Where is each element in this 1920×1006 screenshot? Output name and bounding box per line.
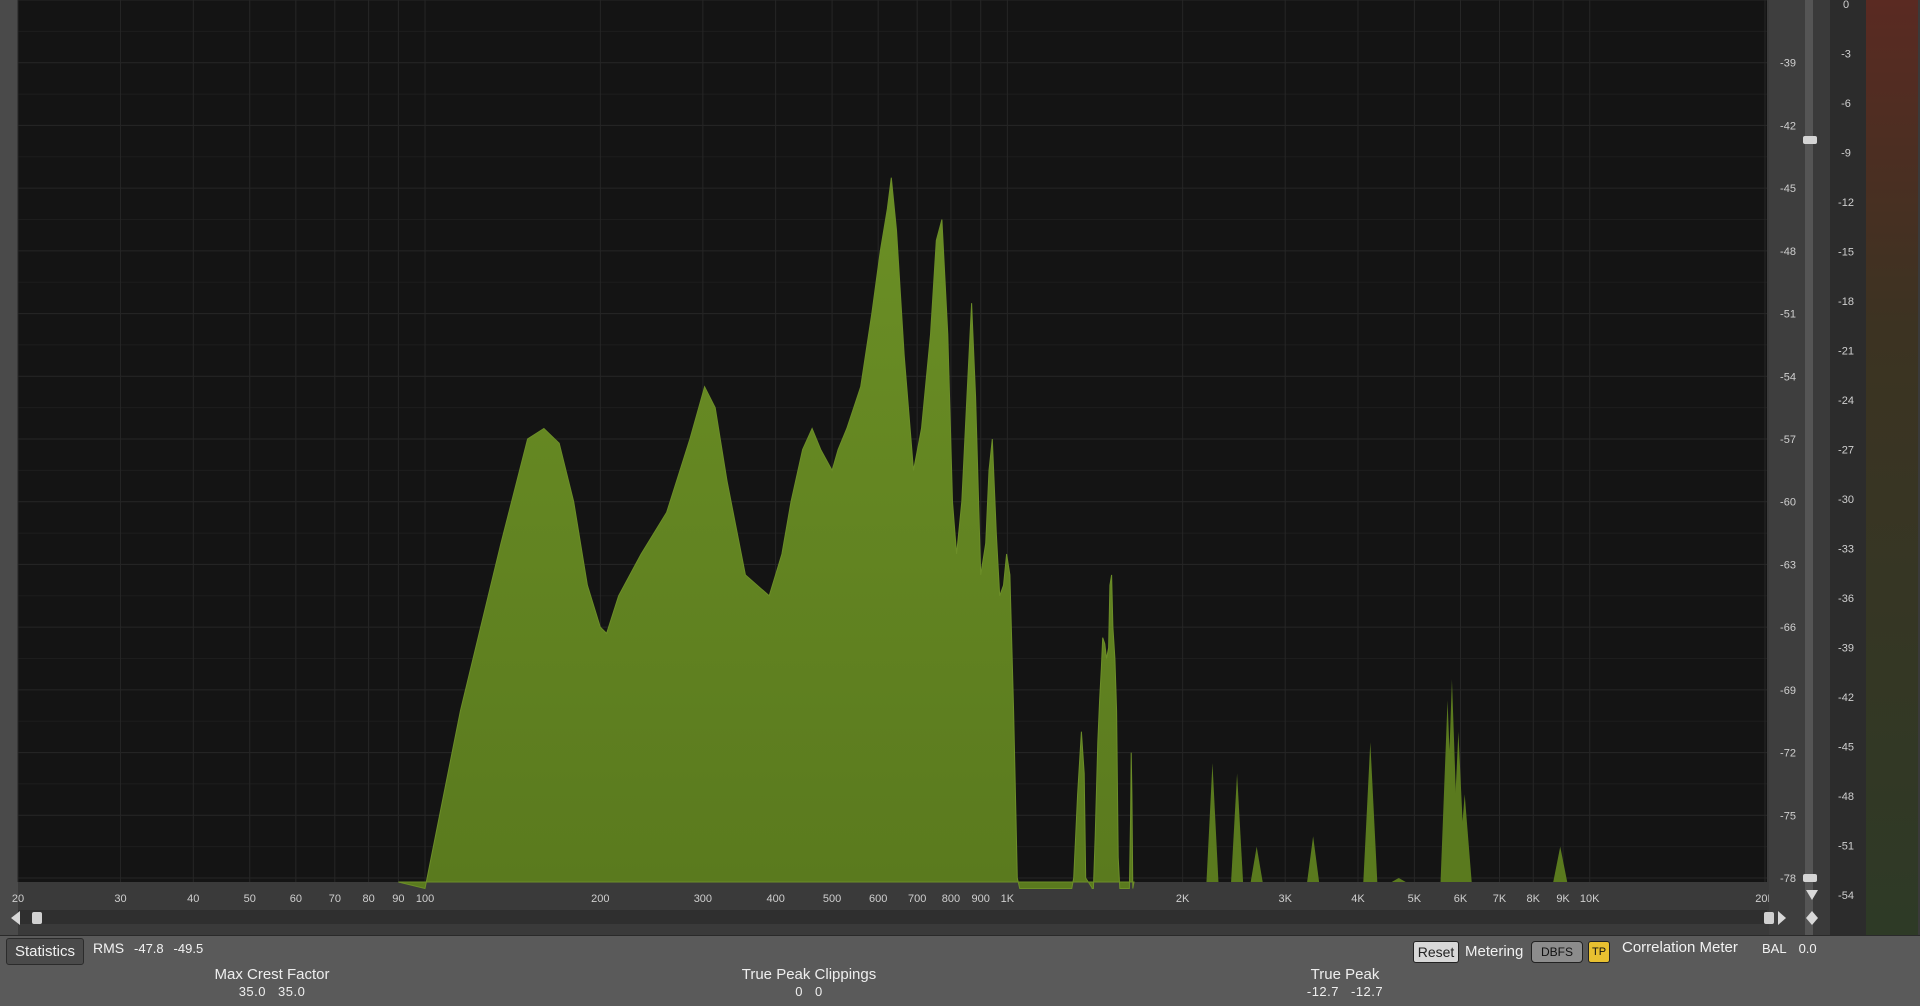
db-tick-label: -72 <box>1780 748 1796 760</box>
freq-tick-label: 200 <box>591 893 609 905</box>
balance-label: BAL <box>1762 941 1787 956</box>
freq-tick-label: 40 <box>187 893 199 905</box>
true-peak-clippings-left: 0 <box>795 984 803 999</box>
db-tick-label: -48 <box>1780 246 1796 258</box>
rms-readout: RMS -47.8 -49.5 <box>93 940 203 956</box>
db-tick-label: -45 <box>1780 183 1796 195</box>
level-scale-label: -9 <box>1841 148 1851 160</box>
level-scale-label: -12 <box>1838 197 1854 209</box>
freq-tick-label: 8K <box>1527 893 1541 905</box>
freq-tick-label: 3K <box>1278 893 1292 905</box>
metering-label: Metering <box>1465 943 1524 960</box>
scroll-handle-right[interactable] <box>1764 912 1774 924</box>
level-scale-label: 0 <box>1843 0 1849 11</box>
true-peak-toggle[interactable]: TP <box>1588 941 1610 963</box>
level-scale-label: -24 <box>1838 395 1854 407</box>
true-peak-label: True Peak <box>1310 966 1380 983</box>
freq-scrollbar[interactable] <box>18 910 1767 924</box>
freq-tick-label: 600 <box>869 893 887 905</box>
db-tick-label: -66 <box>1780 622 1796 634</box>
freq-tick-label: 400 <box>766 893 784 905</box>
freq-tick-label: 9K <box>1556 893 1570 905</box>
freq-tick-label: 4K <box>1351 893 1365 905</box>
freq-tick-label: 30 <box>114 893 126 905</box>
level-scale-label: -18 <box>1838 296 1854 308</box>
db-tick-label: -42 <box>1780 120 1796 132</box>
freq-tick-label: 700 <box>908 893 926 905</box>
level-scale-label: -21 <box>1838 346 1854 358</box>
max-crest-factor-right: 35.0 <box>278 984 306 999</box>
level-scale-label: -6 <box>1841 98 1851 110</box>
true-peak-clippings: True Peak Clippings 00 <box>709 966 909 1000</box>
db-tick-label: -57 <box>1780 434 1796 446</box>
level-scale-label: -48 <box>1838 791 1854 803</box>
freq-tick-label: 70 <box>329 893 341 905</box>
db-tick-label: -69 <box>1780 685 1796 697</box>
statistics-tab[interactable]: Statistics <box>6 938 84 965</box>
level-scale-label: -3 <box>1841 49 1851 61</box>
reset-button[interactable]: Reset <box>1413 941 1459 963</box>
db-tick-label: -60 <box>1780 497 1796 509</box>
db-tick-label: -51 <box>1780 309 1796 321</box>
rms-value-left: -47.8 <box>134 941 164 956</box>
level-scale-label: -30 <box>1838 494 1854 506</box>
freq-tick-label: 6K <box>1454 893 1468 905</box>
true-peak-right: -12.7 <box>1351 984 1384 999</box>
correlation-meter-label: Correlation Meter <box>1622 939 1738 956</box>
freq-tick-label: 7K <box>1493 893 1507 905</box>
db-tick-label: -54 <box>1780 371 1796 383</box>
freq-tick-label: 60 <box>290 893 302 905</box>
true-peak-clippings-label: True Peak Clippings <box>741 966 877 983</box>
scroll-handle-left[interactable] <box>32 912 42 924</box>
spectrum-analyzer-window: 20 30 40 50 60 70 80 90 100 200 300 400 500 600 700 800… <box>0 0 1920 1006</box>
level-scale-label: -51 <box>1838 841 1854 853</box>
rms-label: RMS <box>93 940 125 956</box>
freq-tick-label: 800 <box>942 893 960 905</box>
balance-readout: BAL 0.0 <box>1762 941 1817 956</box>
db-range-handle-top[interactable] <box>1803 136 1817 144</box>
freq-tick-label: 2K <box>1176 893 1190 905</box>
max-crest-factor: Max Crest Factor 35.0 35.0 <box>172 966 372 1000</box>
dbfs-button[interactable]: DBFS <box>1531 941 1583 963</box>
freq-tick-label: 1K <box>1001 893 1015 905</box>
true-peak: True Peak -12.7 -12.7 <box>1245 966 1445 1000</box>
max-crest-factor-label: Max Crest Factor <box>214 966 330 983</box>
true-peak-clippings-right: 0 <box>815 984 823 999</box>
db-tick-label: -39 <box>1780 58 1796 70</box>
freq-tick-label: 90 <box>392 893 404 905</box>
level-scale-label: -15 <box>1838 247 1854 259</box>
level-scale-label: -36 <box>1838 593 1854 605</box>
level-scale-label: -33 <box>1838 544 1854 556</box>
db-tick-label: -78 <box>1780 873 1796 885</box>
balance-value: 0.0 <box>1798 941 1817 956</box>
level-scale-label: -27 <box>1838 445 1854 457</box>
db-tick-label: -63 <box>1780 559 1796 571</box>
db-range-handle-bottom[interactable] <box>1803 874 1817 882</box>
level-scale-label: -42 <box>1838 692 1854 704</box>
level-scale-label: -45 <box>1838 742 1854 754</box>
freq-tick-label: 50 <box>244 893 256 905</box>
freq-tick-label: 20 <box>12 893 24 905</box>
freq-tick-label: 5K <box>1408 893 1422 905</box>
true-peak-left: -12.7 <box>1306 984 1339 999</box>
freq-tick-label: 80 <box>362 893 374 905</box>
level-scale-label: -39 <box>1838 643 1854 655</box>
freq-tick-label: 300 <box>694 893 712 905</box>
left-edge <box>0 0 18 935</box>
freq-tick-label: 500 <box>823 893 841 905</box>
level-scale-label: -54 <box>1838 890 1854 902</box>
freq-tick-label: 900 <box>972 893 990 905</box>
freq-tick-label: 10K <box>1580 893 1600 905</box>
freq-tick-label: 100 <box>416 893 434 905</box>
max-crest-factor-left: 35.0 <box>238 984 266 999</box>
analyzer-canvas: 20 30 40 50 60 70 80 90 100 200 300 400 500 600 700 800… <box>0 0 1920 1005</box>
rms-value-right: -49.5 <box>173 941 204 956</box>
level-meter-gradient <box>1866 0 1918 935</box>
db-tick-label: -75 <box>1780 810 1796 822</box>
